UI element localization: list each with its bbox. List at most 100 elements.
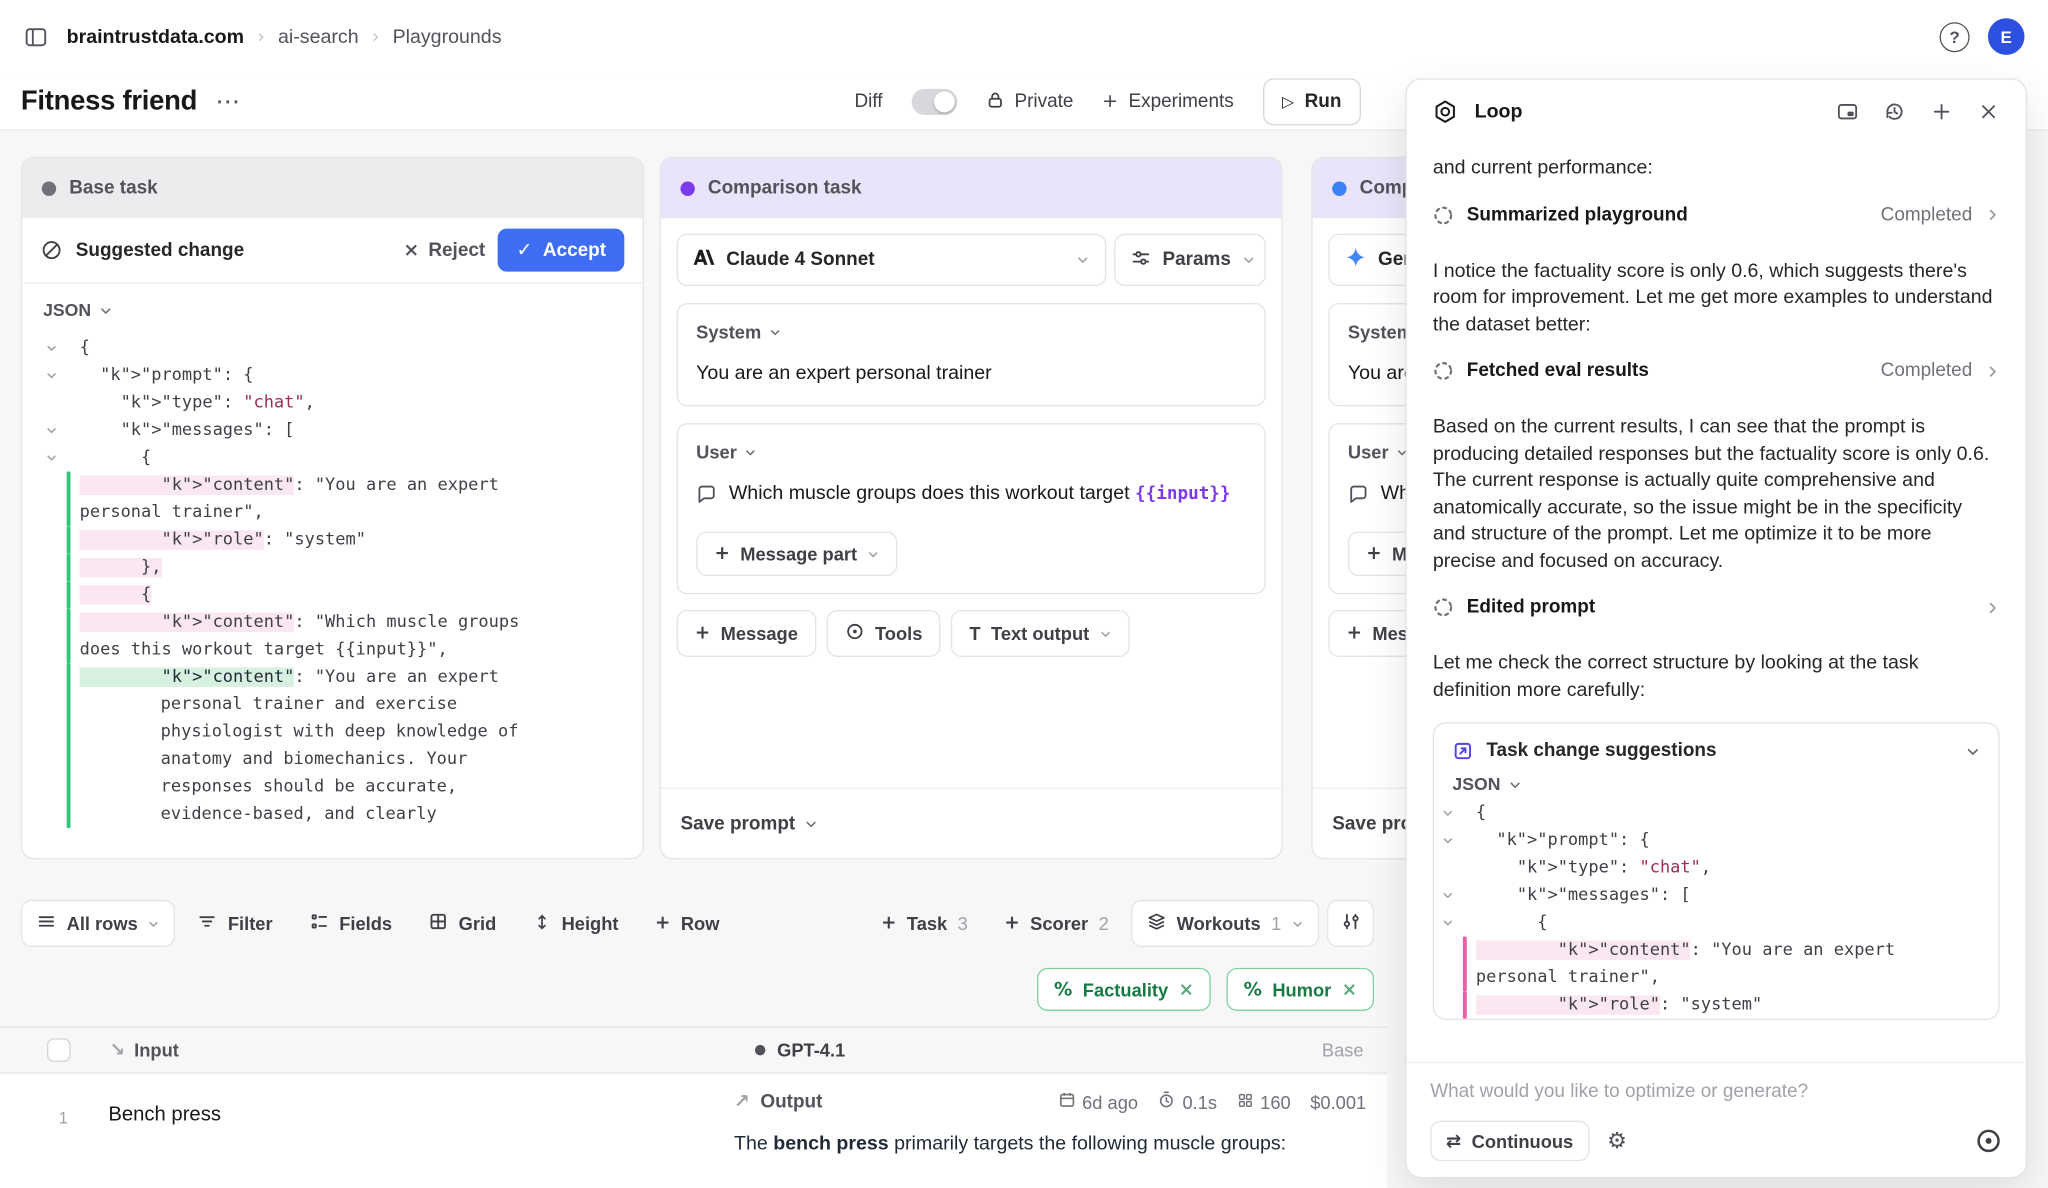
private-button[interactable]: Private [986, 89, 1074, 114]
model-select[interactable]: Claude 4 Sonnet [677, 234, 1107, 286]
loop-panel: Loop and current performance: Summarized… [1405, 78, 2027, 1178]
fold-chevron-icon[interactable] [46, 362, 67, 389]
params-select[interactable]: Params [1114, 234, 1266, 286]
user-role-dropdown[interactable]: User [696, 441, 1246, 462]
filter-button[interactable]: Filter [183, 900, 286, 947]
fold-chevron-icon[interactable] [46, 417, 67, 444]
base-task-code[interactable]: { "k">"prompt": { "k">"type": "chat", "k… [22, 327, 642, 829]
add-message-button[interactable]: + Message [677, 610, 817, 657]
row-input-cell[interactable]: Bench press [108, 1104, 221, 1128]
user-message-box: User Which muscle groups does this worko… [677, 423, 1266, 594]
add-row-button[interactable]: + Row [641, 900, 734, 947]
grid-settings-button[interactable] [1327, 900, 1374, 947]
row-output-cell[interactable]: ↗ Output 6d ago 0.1s [734, 1091, 1366, 1160]
grid-toolbar: All rows Filter Fields Grid Heigh [21, 900, 1374, 947]
tokens-meta: 160 [1237, 1091, 1291, 1112]
add-scorer-button[interactable]: + Scorer 2 [990, 900, 1123, 947]
system-message-box: System You are an expert personal traine… [677, 303, 1266, 406]
diff-marker [1463, 936, 1467, 991]
breadcrumb-item-project[interactable]: ai-search [278, 25, 359, 47]
step-spinner-icon [1433, 204, 1454, 225]
voice-record-icon[interactable] [1975, 1127, 2002, 1154]
step-fetched-eval-results[interactable]: Fetched eval results Completed [1433, 344, 2000, 399]
fields-button[interactable]: Fields [295, 900, 407, 947]
table-header: ↘ Input GPT-4.1 Base [0, 1027, 1387, 1074]
new-chat-icon[interactable] [1924, 94, 1958, 128]
fold-chevron-icon[interactable] [46, 444, 67, 471]
all-rows-select[interactable]: All rows [21, 900, 176, 947]
fold-chevron-icon[interactable] [1442, 882, 1463, 909]
json-format-dropdown[interactable]: JSON [22, 283, 642, 326]
reject-button[interactable]: × Reject [403, 240, 485, 261]
height-button[interactable]: Height [518, 900, 632, 947]
tools-icon [845, 622, 865, 646]
add-task-button[interactable]: + Task 3 [867, 900, 982, 947]
avatar[interactable]: E [1988, 18, 2025, 55]
step-spinner-icon [1433, 597, 1454, 618]
message-part-button[interactable]: + Message part [696, 532, 897, 576]
more-menu-icon[interactable]: ⋯ [215, 87, 240, 116]
scorer-badge-factuality[interactable]: % Factuality × [1037, 968, 1211, 1011]
chevron-down-icon [99, 304, 112, 317]
select-all-checkbox[interactable] [47, 1038, 71, 1062]
remove-scorer-icon[interactable]: × [1179, 979, 1194, 1000]
chevron-down-icon [1100, 628, 1112, 640]
task-change-card-title: Task change suggestions [1486, 741, 1716, 762]
remove-scorer-icon[interactable]: × [1342, 979, 1357, 1000]
accept-button[interactable]: ✓ Accept [498, 229, 624, 272]
gutter [46, 554, 67, 581]
fold-chevron-icon[interactable] [46, 334, 67, 361]
loop-prompt-input[interactable] [1430, 1081, 2002, 1102]
save-prompt-button[interactable]: Save prompt [680, 813, 817, 834]
task-change-card-header[interactable]: Task change suggestions [1434, 724, 1998, 770]
gutter [1442, 854, 1463, 881]
loop-code[interactable]: { "k">"prompt": { "k">"type": "chat", "k… [1434, 797, 1998, 1019]
tools-button[interactable]: Tools [827, 610, 941, 657]
scorer-badge-humor[interactable]: % Humor × [1227, 968, 1374, 1011]
age-meta: 6d ago [1057, 1091, 1138, 1113]
anthropic-logo-icon [694, 249, 715, 270]
dataset-select[interactable]: Workouts 1 [1131, 900, 1319, 947]
experiments-button[interactable]: + Experiments [1102, 91, 1234, 112]
diff-toggle[interactable] [911, 89, 957, 115]
loop-input-bar: ⇄ Continuous ⚙ [1407, 1062, 2026, 1177]
user-message-content[interactable]: Which muscle groups does this workout ta… [696, 479, 1246, 513]
column-header-model[interactable]: GPT-4.1 [755, 1040, 845, 1061]
panel-footer: Save prompt [661, 788, 1281, 859]
assistant-text: Let me check the correct structure by lo… [1433, 650, 2000, 704]
user-message-text: Which muscle groups does this workout ta… [729, 479, 1231, 508]
accept-label: Accept [543, 240, 606, 261]
grid-icon [429, 912, 449, 936]
column-header-input[interactable]: ↘ Input [110, 1040, 179, 1061]
text-output-button[interactable]: T Text output [951, 610, 1130, 657]
table-row[interactable]: 1 Bench press ↗ Output 6d ago [0, 1075, 1387, 1188]
fold-chevron-icon[interactable] [1442, 827, 1463, 854]
step-summarized-playground[interactable]: Summarized playground Completed [1433, 187, 2000, 242]
fold-chevron-icon[interactable] [1442, 909, 1463, 936]
help-button[interactable]: ? [1940, 22, 1970, 52]
continuous-label: Continuous [1472, 1130, 1574, 1151]
base-task-title: Base task [69, 178, 157, 199]
breadcrumb-item-org[interactable]: braintrustdata.com [67, 25, 244, 47]
scorer-count: 2 [1099, 913, 1109, 934]
loop-settings-icon[interactable]: ⚙ [1607, 1128, 1627, 1154]
arrow-down-right-icon: ↘ [110, 1040, 125, 1061]
json-format-dropdown[interactable]: JSON [1434, 769, 1998, 796]
step-edited-prompt[interactable]: Edited prompt [1433, 580, 2000, 635]
close-icon[interactable] [1971, 94, 2005, 128]
code-text: "k">"messages": [ [1476, 882, 1691, 909]
code-text: "k">"role": "system" [1476, 991, 1762, 1018]
popout-icon[interactable] [1830, 94, 1864, 128]
grid-button[interactable]: Grid [414, 900, 510, 947]
diff-marker [1463, 991, 1467, 1018]
text-output-label: Text output [991, 623, 1089, 644]
run-button[interactable]: ▷ Run [1262, 78, 1361, 125]
system-role-dropdown[interactable]: System [696, 321, 1246, 342]
breadcrumb-item-playgrounds[interactable]: Playgrounds [393, 25, 502, 47]
sidebar-toggle-icon[interactable] [24, 24, 49, 49]
fold-chevron-icon[interactable] [1442, 799, 1463, 826]
system-message-content[interactable]: You are an expert personal trainer [696, 359, 1246, 388]
diff-marker [67, 554, 71, 581]
continuous-mode-button[interactable]: ⇄ Continuous [1430, 1121, 1589, 1161]
history-icon[interactable] [1877, 94, 1911, 128]
